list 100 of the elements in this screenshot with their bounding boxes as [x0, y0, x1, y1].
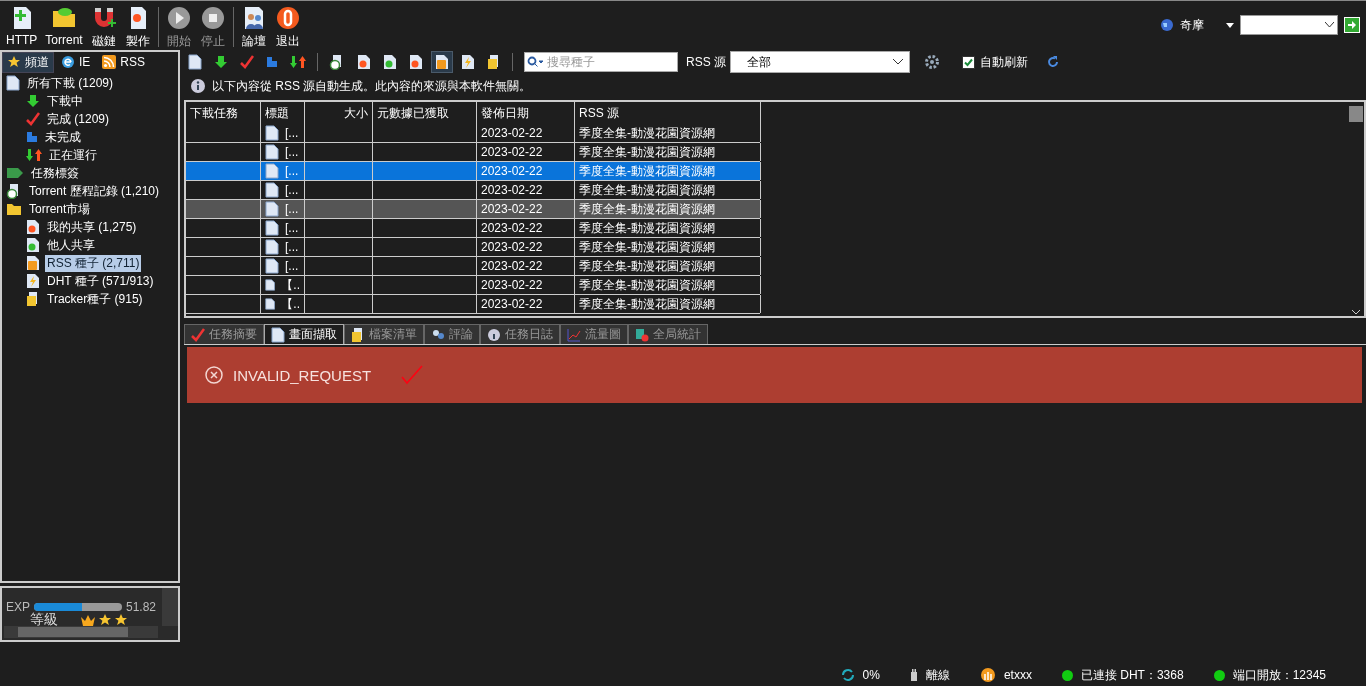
toolbar-tool[interactable] [431, 51, 453, 73]
search-field[interactable]: 搜尋種子 [524, 52, 678, 72]
table-cell: 2023-02-22 [481, 164, 543, 178]
detail-tab[interactable]: 流量圖 [560, 324, 628, 344]
line-chart-icon [567, 327, 581, 342]
table-row[interactable]: [... 2023-02-22 季度全集-動漫花園資源網 [186, 238, 760, 257]
caret-icon[interactable] [1226, 22, 1234, 28]
exp-label: EXP [6, 600, 30, 614]
document-icon [265, 163, 279, 179]
tree-item[interactable]: 任務標簽 [29, 164, 81, 182]
table-cell: 2023-02-22 [481, 126, 543, 140]
column-header[interactable]: 大小 [305, 102, 373, 124]
sidebar-tab[interactable]: 頻道 [2, 51, 54, 73]
detail-tab[interactable]: 全局統計 [628, 324, 708, 344]
lightning-document-icon [461, 54, 475, 70]
table-cell: [... [285, 145, 299, 159]
column-header[interactable]: 下載任務 [186, 102, 261, 124]
tree-item[interactable]: 未完成 [43, 128, 83, 146]
arrow-right-icon [1347, 20, 1357, 30]
status-text: 已連接 DHT：3368 [1080, 666, 1184, 684]
chevron-down-icon [893, 59, 903, 65]
tree-item[interactable]: Tracker種子 (915) [45, 290, 145, 308]
tree-item[interactable]: Torrent 歷程記錄 (1,210) [27, 182, 162, 200]
up-down-arrows-icon [26, 148, 42, 162]
table-row[interactable]: 【.. 2023-02-22 季度全集-動漫花園資源網 [186, 276, 760, 295]
table-cell: 季度全集-動漫花園資源網 [579, 295, 715, 313]
folder-icon [6, 202, 22, 216]
detail-tab[interactable]: 檔案清單 [344, 324, 424, 344]
refresh-icon[interactable] [1046, 55, 1060, 69]
detail-tab[interactable]: 任務摘要 [184, 324, 264, 344]
table-row[interactable]: [... 2023-02-22 季度全集-動漫花園資源網 [186, 219, 760, 238]
toolbar-button[interactable]: HTTP [2, 5, 42, 47]
table-cell: 2023-02-22 [481, 259, 543, 273]
tree-item[interactable]: 完成 (1209) [45, 110, 112, 128]
document-icon [6, 75, 20, 91]
toolbar-button[interactable]: 磁鏈 [86, 5, 121, 50]
l-shape-icon [266, 56, 278, 68]
toolbar-button[interactable]: 製作 [120, 5, 155, 50]
pie-chart-icon [635, 327, 649, 342]
table-row[interactable]: [... 2023-02-22 季度全集-動漫花園資源網 [186, 162, 760, 181]
source-dropdown[interactable]: 全部 [730, 51, 910, 73]
column-header[interactable]: RSS 源 [575, 102, 761, 124]
document-icon [265, 144, 279, 160]
checkmark-icon [191, 327, 205, 342]
detail-tab[interactable]: 評論 [424, 324, 480, 344]
detail-tab[interactable]: 任務日誌 [480, 324, 560, 344]
checkbox[interactable] [962, 55, 975, 69]
info-icon [487, 327, 501, 342]
sidebar-tab[interactable]: IE [56, 53, 96, 71]
table-cell: 季度全集-動漫花園資源網 [579, 200, 715, 218]
info-icon [190, 78, 206, 94]
settings-icon[interactable] [924, 54, 940, 70]
tree-item[interactable]: 我的共享 (1,275) [45, 218, 139, 236]
scroll-thumb[interactable] [1349, 106, 1363, 122]
status-dot [1213, 669, 1225, 681]
table-cell: [... [285, 202, 299, 216]
document-icon [265, 182, 279, 198]
table-row[interactable]: 【.. 2023-02-22 季度全集-動漫花園資源網 [186, 295, 760, 314]
table-row[interactable]: [... 2023-02-22 季度全集-動漫花園資源網 [186, 257, 760, 276]
table-cell: 季度全集-動漫花園資源網 [579, 219, 715, 237]
scrollbar[interactable] [4, 626, 158, 638]
tree-item[interactable]: 正在運行 [47, 146, 99, 164]
tree-item[interactable]: 所有下載 (1209) [25, 74, 116, 92]
table-cell: 2023-02-22 [481, 145, 543, 159]
table-row[interactable]: [... 2023-02-22 季度全集-動漫花園資源網 [186, 124, 760, 143]
table-cell: 【.. [281, 276, 300, 294]
globe-e-icon [61, 55, 75, 69]
table-row[interactable]: [... 2023-02-22 季度全集-動漫花園資源網 [186, 200, 760, 219]
detail-tab[interactable]: 畫面擷取 [264, 324, 344, 344]
toolbar-button[interactable]: Torrent [41, 5, 87, 47]
status-text: 端口開放：12345 [1232, 666, 1326, 684]
column-header[interactable]: 標題 [261, 102, 305, 124]
column-header[interactable]: 發佈日期 [477, 102, 575, 124]
table-cell: [... [285, 183, 299, 197]
tree-item[interactable]: 下載中 [45, 92, 85, 110]
chevron-down-icon[interactable] [1352, 310, 1360, 316]
search-engine-label[interactable]: 奇摩 [1180, 16, 1204, 34]
sidebar-tab[interactable]: RSS [97, 53, 151, 71]
rss-icon [102, 55, 117, 69]
table-cell: 2023-02-22 [481, 221, 543, 235]
crown-icon [80, 613, 96, 627]
go-button[interactable] [1344, 17, 1360, 33]
document-icon [265, 277, 276, 293]
tree-item[interactable]: 他人共享 [45, 236, 97, 254]
search-icon[interactable] [527, 56, 543, 68]
table-cell: 2023-02-22 [481, 297, 543, 311]
toolbar-button[interactable]: 退出 [270, 5, 305, 50]
scrollbar[interactable] [162, 588, 178, 626]
up-down-arrows-icon [290, 55, 306, 69]
tree-item[interactable]: DHT 種子 (571/913) [45, 272, 156, 290]
lightning-document-icon [26, 273, 40, 289]
search-dropdown[interactable] [1240, 15, 1338, 35]
tree-item[interactable]: Torrent市場 [27, 200, 93, 218]
badge-document-icon [383, 54, 397, 70]
column-header[interactable]: 元數據已獲取 [373, 102, 477, 124]
checkmark-icon [240, 55, 254, 69]
folder-document-icon [487, 54, 501, 70]
toolbar-button[interactable]: 論壇 [236, 5, 271, 50]
tree-item[interactable]: RSS 種子 (2,711) [45, 254, 142, 272]
table-cell: [... [285, 259, 299, 273]
